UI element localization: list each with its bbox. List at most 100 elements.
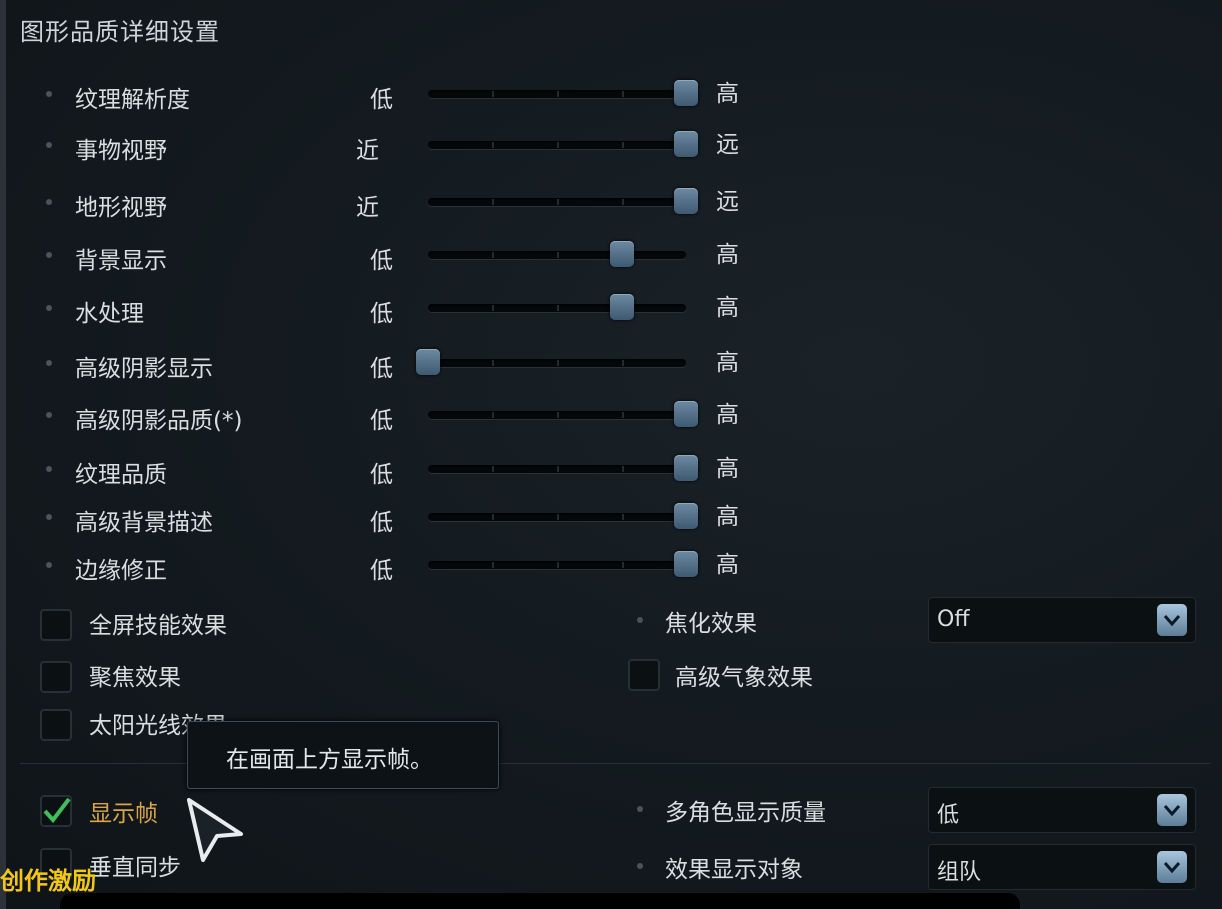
slider-tick [622,412,624,418]
show-fps-label: 显示帧 [89,801,158,827]
multi-char-quality-dropdown[interactable]: 低 [928,787,1196,833]
chevron-down-icon[interactable] [1157,604,1187,636]
slider-track[interactable] [428,503,698,529]
slider-tick [557,142,559,148]
row-bullet [46,91,52,97]
slider-handle[interactable] [674,131,698,157]
slider-row: 高级背景描述 低 高 [0,497,800,537]
slider-tick [492,466,494,472]
slider-tick [492,412,494,418]
slider-label: 边缘修正 [75,558,167,584]
slider-row: 纹理解析度 低 高 [0,74,800,114]
slider-min-label: 近 [356,138,379,164]
slider-row: 背景显示 低 高 [0,235,800,275]
slider-tick [557,562,559,568]
advanced-weather-checkbox[interactable] [628,659,660,691]
slider-handle[interactable] [609,241,634,267]
fullscreen-skill-label: 全屏技能效果 [89,613,227,639]
slider-tick [492,305,494,311]
slider-track[interactable] [428,455,698,481]
slider-tick [622,562,624,568]
slider-track[interactable] [428,401,698,427]
slider-label: 高级阴影显示 [75,356,213,382]
slider-tick [622,199,624,205]
slider-min-label: 低 [370,87,393,113]
slider-label: 地形视野 [75,195,167,221]
slider-track[interactable] [428,80,698,106]
chevron-down-icon[interactable] [1157,794,1187,826]
slider-tick [557,514,559,520]
slider-tick [557,252,559,258]
slider-tick [557,360,559,366]
slider-handle[interactable] [674,455,698,481]
row-bullet [46,562,52,568]
slider-handle[interactable] [674,401,698,427]
slider-tick [492,252,494,258]
slider-handle[interactable] [416,349,440,375]
slider-handle[interactable] [674,80,698,106]
advanced-weather-label: 高级气象效果 [675,665,813,691]
slider-row: 事物视野 近 远 [0,125,800,165]
slider-label: 纹理品质 [75,462,167,488]
slider-row: 水处理 低 高 [0,288,800,328]
row-bullet [46,305,52,311]
sunlight-effect-checkbox[interactable] [40,709,72,741]
fullscreen-skill-checkbox[interactable] [40,609,72,641]
panel-title: 图形品质详细设置 [20,18,220,46]
slider-min-label: 低 [370,510,393,536]
slider-min-label: 低 [370,356,393,382]
tooltip-text: 在画面上方显示帧。 [226,747,433,773]
slider-track[interactable] [416,349,686,375]
focus-dropdown[interactable]: Off [928,597,1196,643]
slider-max-label: 高 [716,456,739,482]
slider-handle[interactable] [674,551,698,577]
slider-max-label: 高 [716,402,739,428]
slider-max-label: 远 [716,189,739,215]
slider-label: 事物视野 [75,138,167,164]
slider-tick [557,466,559,472]
focus-dropdown-value: Off [937,607,970,632]
vsync-label: 垂直同步 [89,855,181,881]
slider-row: 边缘修正 低 高 [0,545,800,585]
slider-max-label: 高 [716,242,739,268]
focus-bullet [637,617,643,623]
row-bullet [46,466,52,472]
slider-tick [622,514,624,520]
focus-effect-checkbox[interactable] [40,661,72,693]
slider-label: 水处理 [75,301,144,327]
slider-tick [622,91,624,97]
effect-target-bullet [637,863,643,869]
slider-tick [622,466,624,472]
slider-min-label: 低 [370,248,393,274]
slider-track[interactable] [428,551,698,577]
slider-row: 高级阴影显示 低 高 [0,343,800,383]
slider-tick [557,91,559,97]
effect-target-dropdown-value: 组队 [937,860,982,885]
watermark-text: 创作激励 [0,867,96,895]
show-fps-checkbox[interactable] [40,795,72,827]
slider-min-label: 低 [370,462,393,488]
row-bullet [46,514,52,520]
slider-handle[interactable] [674,188,698,214]
row-bullet [46,252,52,258]
slider-max-label: 高 [716,504,739,530]
chevron-down-icon[interactable] [1157,851,1187,883]
slider-track[interactable] [428,131,698,157]
slider-track[interactable] [428,188,698,214]
slider-row: 高级阴影品质(*) 低 高 [0,395,800,435]
slider-min-label: 低 [370,301,393,327]
slider-handle[interactable] [674,503,698,529]
slider-track[interactable] [428,294,686,320]
slider-tick [492,360,494,366]
slider-tick [492,199,494,205]
slider-max-label: 高 [716,295,739,321]
effect-target-dropdown[interactable]: 组队 [928,844,1196,890]
slider-tick [557,199,559,205]
slider-min-label: 低 [370,558,393,584]
mouse-cursor-icon [187,798,243,862]
slider-tick [557,412,559,418]
slider-tick [492,91,494,97]
slider-handle[interactable] [609,294,634,320]
slider-label: 高级背景描述 [75,510,213,536]
slider-track[interactable] [428,241,686,267]
